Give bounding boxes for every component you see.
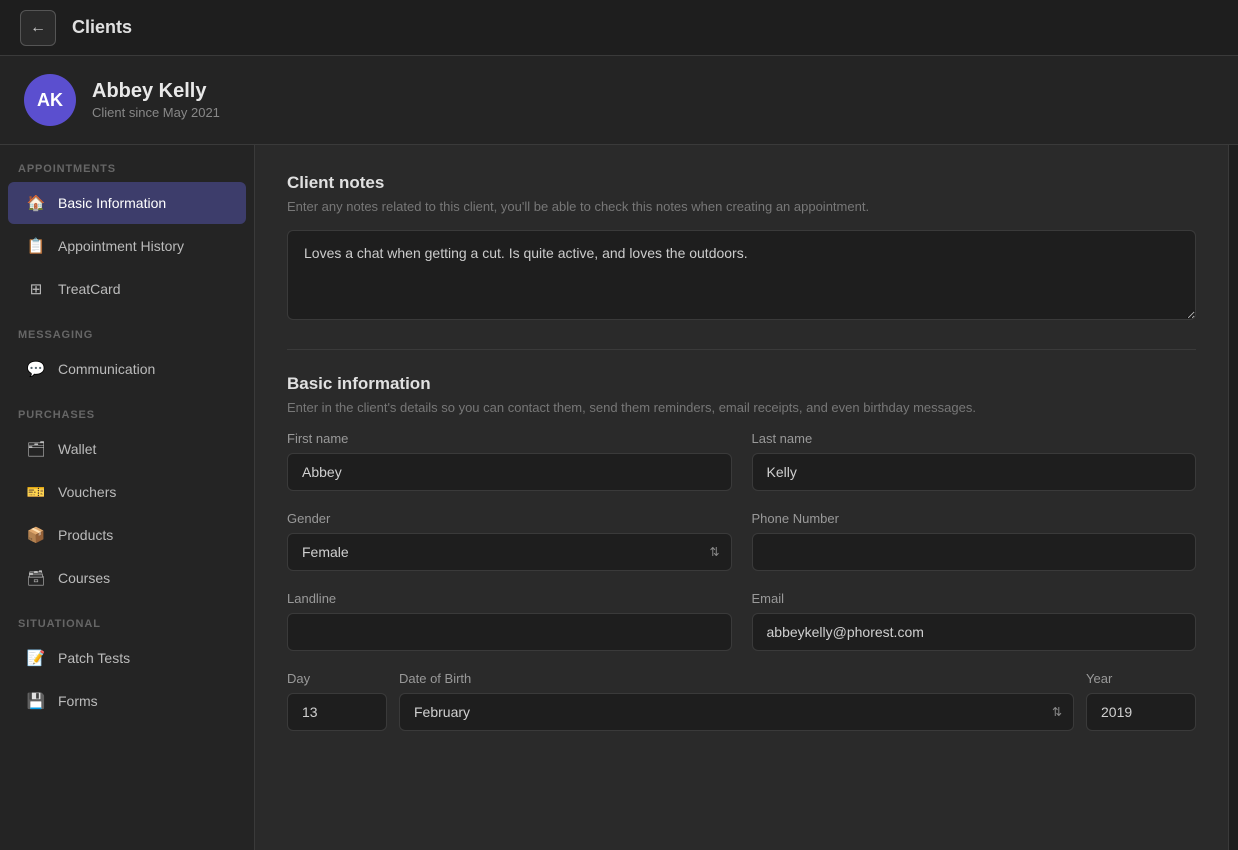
profile-header: AK Abbey Kelly Client since May 2021 xyxy=(0,56,1238,145)
right-accent xyxy=(1228,145,1238,850)
basic-info-subtitle: Enter in the client's details so you can… xyxy=(287,400,1196,415)
topbar: ← Clients xyxy=(0,0,1238,56)
dob-day-input[interactable] xyxy=(287,693,387,731)
topbar-title: Clients xyxy=(72,17,132,38)
voucher-icon: 🎫 xyxy=(26,482,46,502)
forms-icon: 💾 xyxy=(26,691,46,711)
dob-year-label: Year xyxy=(1086,671,1196,686)
email-label: Email xyxy=(752,591,1197,606)
gender-label: Gender xyxy=(287,511,732,526)
back-icon: ← xyxy=(30,19,46,37)
client-notes-section: Client notes Enter any notes related to … xyxy=(287,173,1196,325)
sidebar-item-courses[interactable]: 🗃 Courses xyxy=(8,557,246,599)
dob-month-select-wrapper: January February March April May June Ju… xyxy=(399,693,1074,731)
client-notes-textarea[interactable]: Loves a chat when getting a cut. Is quit… xyxy=(287,230,1196,320)
dob-month-label: Date of Birth xyxy=(399,671,1074,686)
wallet-icon: 🗂 xyxy=(26,439,46,459)
sidebar-item-wallet[interactable]: 🗂 Wallet xyxy=(8,428,246,470)
last-name-group: Last name xyxy=(752,431,1197,491)
sidebar-item-vouchers[interactable]: 🎫 Vouchers xyxy=(8,471,246,513)
landline-label: Landline xyxy=(287,591,732,606)
main-layout: Appointments 🏠 Basic Information 📋 Appoi… xyxy=(0,145,1238,850)
profile-since: Client since May 2021 xyxy=(92,105,220,120)
sidebar-section-appointments: Appointments xyxy=(0,145,254,181)
home-icon: 🏠 xyxy=(26,193,46,213)
section-divider-1 xyxy=(287,349,1196,350)
sidebar-label-treatcard: TreatCard xyxy=(58,281,121,297)
sidebar: Appointments 🏠 Basic Information 📋 Appoi… xyxy=(0,145,255,850)
sidebar-label-basic-information: Basic Information xyxy=(58,195,166,211)
profile-info: Abbey Kelly Client since May 2021 xyxy=(92,80,220,120)
last-name-label: Last name xyxy=(752,431,1197,446)
phone-group: Phone Number xyxy=(752,511,1197,571)
first-name-label: First name xyxy=(287,431,732,446)
phone-label: Phone Number xyxy=(752,511,1197,526)
profile-name: Abbey Kelly xyxy=(92,80,220,103)
sidebar-item-patch-tests[interactable]: 📝 Patch Tests xyxy=(8,637,246,679)
sidebar-label-products: Products xyxy=(58,527,113,543)
email-input[interactable] xyxy=(752,613,1197,651)
sidebar-label-vouchers: Vouchers xyxy=(58,484,116,500)
basic-info-section: Basic information Enter in the client's … xyxy=(287,374,1196,731)
chat-icon: 💬 xyxy=(26,359,46,379)
sidebar-item-products[interactable]: 📦 Products xyxy=(8,514,246,556)
landline-email-row: Landline Email xyxy=(287,591,1196,651)
sidebar-item-forms[interactable]: 💾 Forms xyxy=(8,680,246,722)
dob-year-input[interactable] xyxy=(1086,693,1196,731)
client-notes-title: Client notes xyxy=(287,173,1196,193)
phone-input[interactable] xyxy=(752,533,1197,571)
dob-day-group: Day xyxy=(287,671,387,731)
client-notes-subtitle: Enter any notes related to this client, … xyxy=(287,199,1196,214)
sidebar-section-situational: Situational xyxy=(0,600,254,636)
gender-phone-row: Gender Female Male Non-binary Prefer not… xyxy=(287,511,1196,571)
sidebar-item-basic-information[interactable]: 🏠 Basic Information xyxy=(8,182,246,224)
back-button[interactable]: ← xyxy=(20,10,56,46)
content-area: Client notes Enter any notes related to … xyxy=(255,145,1228,850)
sidebar-label-communication: Communication xyxy=(58,361,155,377)
gender-select[interactable]: Female Male Non-binary Prefer not to say xyxy=(287,533,732,571)
gender-select-wrapper: Female Male Non-binary Prefer not to say xyxy=(287,533,732,571)
sidebar-section-purchases: Purchases xyxy=(0,391,254,427)
sidebar-section-messaging: Messaging xyxy=(0,311,254,347)
last-name-input[interactable] xyxy=(752,453,1197,491)
sidebar-label-wallet: Wallet xyxy=(58,441,96,457)
first-name-group: First name xyxy=(287,431,732,491)
sidebar-item-appointment-history[interactable]: 📋 Appointment History xyxy=(8,225,246,267)
gender-group: Gender Female Male Non-binary Prefer not… xyxy=(287,511,732,571)
basic-info-title: Basic information xyxy=(287,374,1196,394)
clipboard-icon: 📋 xyxy=(26,236,46,256)
sidebar-label-courses: Courses xyxy=(58,570,110,586)
sidebar-item-communication[interactable]: 💬 Communication xyxy=(8,348,246,390)
patch-icon: 📝 xyxy=(26,648,46,668)
dob-row: Day Date of Birth January February March… xyxy=(287,671,1196,731)
sidebar-label-forms: Forms xyxy=(58,693,98,709)
name-row: First name Last name xyxy=(287,431,1196,491)
sidebar-item-treatcard[interactable]: ⊞ TreatCard xyxy=(8,268,246,310)
products-icon: 📦 xyxy=(26,525,46,545)
dob-month-group: Date of Birth January February March Apr… xyxy=(399,671,1074,731)
sidebar-label-patch-tests: Patch Tests xyxy=(58,650,130,666)
sidebar-label-appointment-history: Appointment History xyxy=(58,238,184,254)
landline-group: Landline xyxy=(287,591,732,651)
email-group: Email xyxy=(752,591,1197,651)
dob-day-label: Day xyxy=(287,671,387,686)
courses-icon: 🗃 xyxy=(26,568,46,588)
grid-icon: ⊞ xyxy=(26,279,46,299)
landline-input[interactable] xyxy=(287,613,732,651)
avatar: AK xyxy=(24,74,76,126)
first-name-input[interactable] xyxy=(287,453,732,491)
dob-year-group: Year xyxy=(1086,671,1196,731)
dob-month-select[interactable]: January February March April May June Ju… xyxy=(399,693,1074,731)
